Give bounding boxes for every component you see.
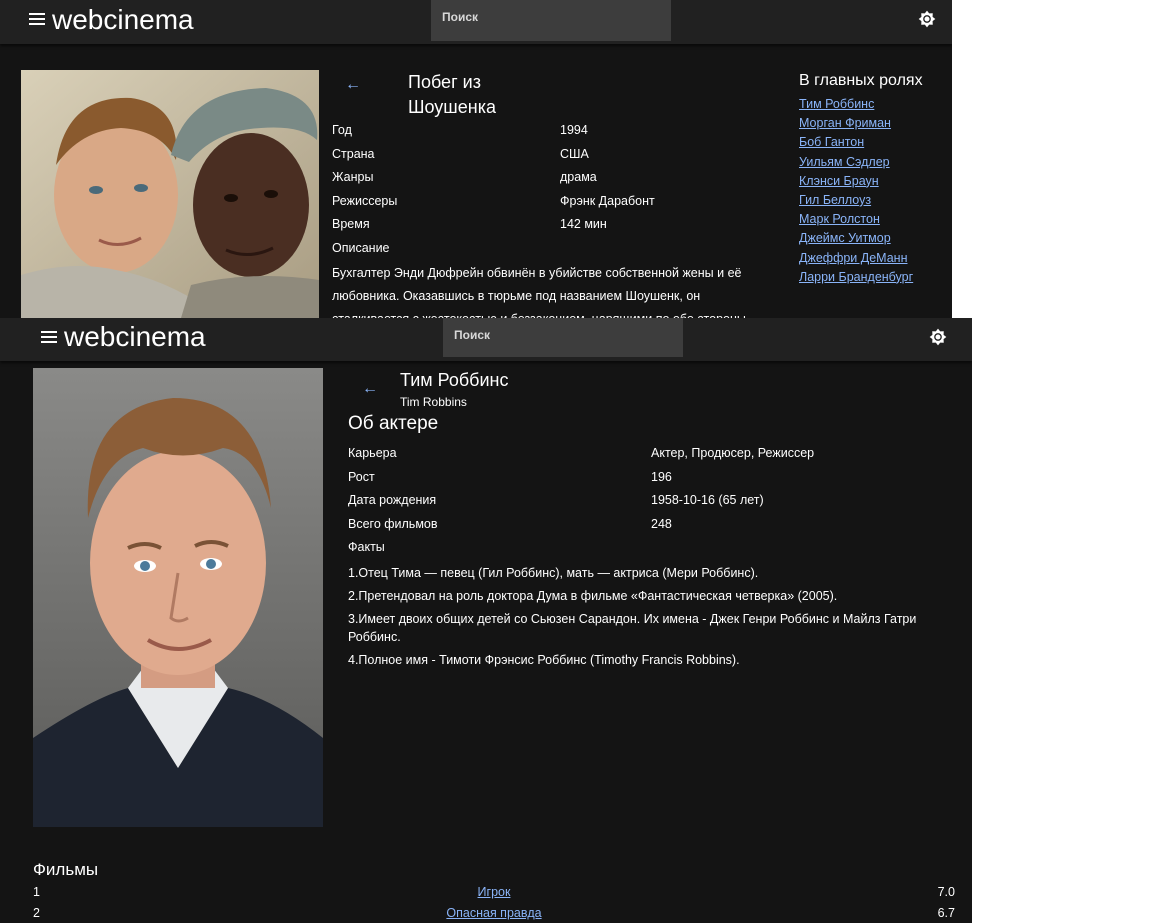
- cast-link[interactable]: Уильям Сэдлер: [799, 155, 890, 169]
- film-link[interactable]: Опасная правда: [446, 906, 541, 920]
- arrow-left-icon[interactable]: ←: [362, 380, 378, 398]
- movie-page-window: webcinema Поиск ← Побег из Шоушенка Год …: [0, 0, 952, 318]
- app-logo[interactable]: webcinema: [52, 4, 194, 36]
- cast-link[interactable]: Тим Роббинс: [799, 97, 874, 111]
- detail-label: Рост: [348, 469, 375, 484]
- actor-photo: [33, 368, 323, 827]
- detail-label: Всего фильмов: [348, 516, 438, 531]
- detail-row-total-films: Всего фильмов 248: [348, 513, 948, 537]
- app-bar: webcinema: [0, 318, 972, 361]
- actor-page-window: webcinema Поиск ← Тим Роббинс Tim Robbin…: [0, 318, 972, 923]
- detail-row-career: Карьера Актер, Продюсер, Режиссер: [348, 442, 948, 466]
- fact-item: 4.Полное имя - Тимоти Фрэнсис Роббинс (T…: [348, 653, 740, 667]
- detail-value: 196: [651, 469, 672, 484]
- detail-label: Описание: [332, 240, 390, 255]
- detail-value: 1958-10-16 (65 лет): [651, 493, 764, 508]
- detail-label: Страна: [332, 146, 375, 161]
- detail-label: Время: [332, 217, 370, 232]
- cast-link[interactable]: Ларри Бранденбург: [799, 270, 913, 284]
- cast-link[interactable]: Марк Ролстон: [799, 212, 880, 226]
- detail-label: Год: [332, 123, 352, 137]
- detail-row-description: Описание: [332, 237, 752, 261]
- detail-label: Факты: [348, 540, 385, 555]
- movie-details: Год 1994 Страна США Жанры драма Режиссер…: [332, 119, 752, 261]
- search-field[interactable]: [443, 318, 683, 357]
- facts-list: 1.Отец Тима — певец (Гил Роббинс), мать …: [348, 564, 963, 674]
- actor-details: Карьера Актер, Продюсер, Режиссер Рост 1…: [348, 442, 948, 560]
- about-heading: Об актере: [348, 413, 439, 434]
- brightness-icon[interactable]: [928, 327, 948, 347]
- cast-link[interactable]: Клэнси Браун: [799, 174, 879, 188]
- cast-link[interactable]: Боб Гантон: [799, 135, 864, 149]
- search-input[interactable]: [454, 328, 672, 342]
- movie-title: Побег из Шоушенка: [408, 72, 496, 117]
- detail-label: Режиссеры: [332, 193, 398, 208]
- app-bar: webcinema: [0, 0, 952, 44]
- detail-row-birthdate: Дата рождения 1958-10-16 (65 лет): [348, 489, 948, 513]
- detail-row-duration: Время 142 мин: [332, 213, 752, 237]
- search-field[interactable]: [431, 0, 671, 41]
- detail-value: США: [560, 146, 589, 161]
- detail-row-year: Год 1994: [332, 119, 752, 143]
- detail-row-country: Страна США: [332, 143, 752, 167]
- detail-label: Жанры: [332, 170, 374, 185]
- cast-list: Тим Роббинс Морган Фриман Боб Гантон Уил…: [799, 96, 913, 288]
- cast-link[interactable]: Гил Беллоуз: [799, 193, 871, 207]
- detail-value: 248: [651, 516, 672, 531]
- detail-label: Дата рождения: [348, 493, 437, 508]
- movie-description: Бухгалтер Энди Дюфрейн обвинён в убийств…: [332, 266, 746, 318]
- actor-original-name: Tim Robbins: [400, 395, 467, 409]
- brightness-icon[interactable]: [917, 9, 937, 29]
- film-row: 1 Игрок 7.0: [33, 883, 955, 904]
- films-heading: Фильмы: [33, 860, 99, 879]
- cast-link[interactable]: Морган Фриман: [799, 116, 891, 130]
- movie-poster: [21, 70, 319, 318]
- film-rating: 6.7: [937, 906, 955, 920]
- detail-value: 142 мин: [560, 217, 607, 232]
- fact-item: 1.Отец Тима — певец (Гил Роббинс), мать …: [348, 566, 759, 580]
- detail-row-genres: Жанры драма: [332, 166, 752, 190]
- cast-link[interactable]: Джеффри ДеМанн: [799, 251, 907, 265]
- fact-item: 2.Претендовал на роль доктора Дума в фил…: [348, 589, 838, 603]
- detail-label: Карьера: [348, 446, 397, 460]
- cast-link[interactable]: Джеймс Уитмор: [799, 231, 891, 245]
- hamburger-menu-icon[interactable]: [41, 331, 57, 343]
- arrow-left-icon[interactable]: ←: [345, 76, 361, 94]
- fact-item: 3.Имеет двоих общих детей со Сьюзен Сара…: [348, 612, 917, 644]
- detail-row-facts: Факты: [348, 536, 948, 560]
- detail-value: Актер, Продюсер, Режиссер: [651, 446, 815, 460]
- film-rating: 7.0: [937, 885, 955, 899]
- films-table: 1 Игрок 7.0 2 Опасная правда 6.7: [33, 883, 955, 923]
- detail-value: драма: [560, 170, 597, 185]
- film-link[interactable]: Игрок: [478, 885, 511, 899]
- search-input[interactable]: [442, 10, 660, 24]
- cast-heading: В главных ролях: [799, 72, 923, 89]
- detail-value: 1994: [560, 123, 588, 137]
- detail-row-height: Рост 196: [348, 466, 948, 490]
- hamburger-menu-icon[interactable]: [29, 13, 45, 25]
- film-row: 2 Опасная правда 6.7: [33, 904, 955, 923]
- app-logo[interactable]: webcinema: [64, 321, 206, 353]
- detail-row-directors: Режиссеры Фрэнк Дарабонт: [332, 190, 752, 214]
- detail-value: Фрэнк Дарабонт: [560, 193, 655, 208]
- actor-name: Тим Роббинс: [400, 370, 509, 390]
